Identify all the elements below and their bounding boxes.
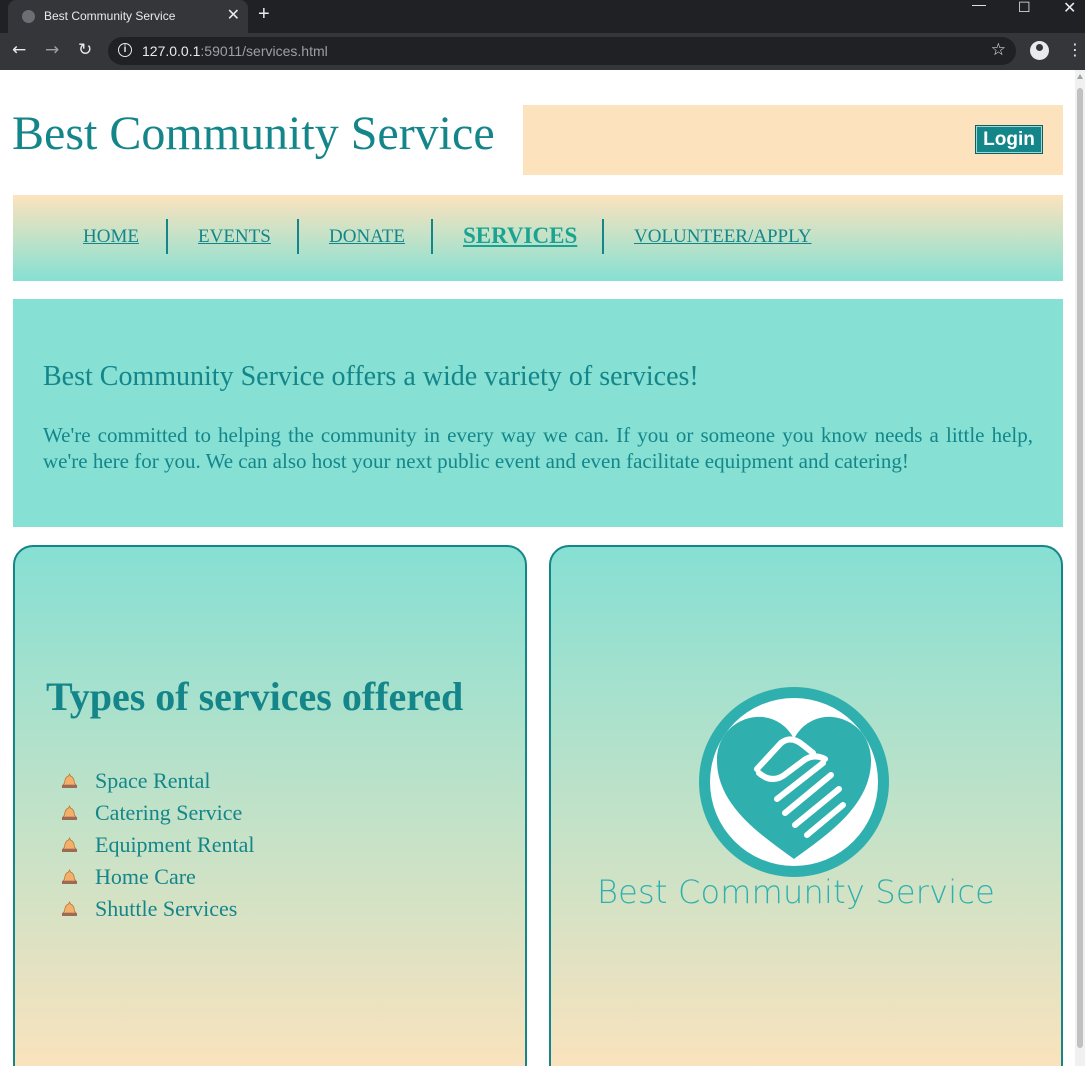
bell-icon — [62, 805, 77, 820]
nav-volunteer-apply[interactable]: VOLUNTEER/APPLY — [634, 226, 812, 248]
nav-separator — [602, 219, 604, 254]
back-icon[interactable]: ← — [12, 40, 26, 60]
bell-icon — [62, 837, 77, 852]
list-item: Home Care — [61, 861, 254, 893]
window-close-icon[interactable]: ✕ — [1063, 0, 1076, 18]
globe-icon — [22, 10, 35, 23]
list-item: Space Rental — [61, 765, 254, 797]
logo-text: Best Community Service — [596, 873, 996, 911]
bell-icon — [62, 869, 77, 884]
services-heading: Types of services offered — [46, 674, 464, 719]
browser-menu-icon[interactable]: ⋮ — [1067, 40, 1083, 59]
address-bar[interactable]: i 127.0.0.1:59011/services.html ☆ — [108, 37, 1016, 65]
list-item: Equipment Rental — [61, 829, 254, 861]
profile-icon[interactable] — [1030, 41, 1049, 60]
nav-separator — [166, 219, 168, 254]
intro-text: We're committed to helping the community… — [43, 423, 1033, 473]
service-label: Home Care — [95, 864, 196, 889]
bookmark-star-icon[interactable]: ☆ — [991, 40, 1006, 60]
login-button[interactable]: Login — [975, 125, 1043, 154]
main-nav: HOME EVENTS DONATE SERVICES VOLUNTEER/AP… — [13, 195, 1063, 281]
nav-home[interactable]: HOME — [83, 226, 139, 248]
nav-services[interactable]: SERVICES — [463, 223, 577, 249]
forward-icon[interactable]: → — [45, 40, 59, 60]
tab-close-icon[interactable]: ✕ — [227, 5, 240, 25]
site-title: Best Community Service — [12, 107, 495, 160]
reload-icon[interactable]: ↻ — [78, 40, 92, 60]
site-info-icon[interactable]: i — [118, 43, 132, 57]
intro-heading: Best Community Service offers a wide var… — [43, 361, 699, 392]
service-label: Catering Service — [95, 800, 243, 825]
service-label: Shuttle Services — [95, 896, 238, 921]
nav-events[interactable]: EVENTS — [198, 226, 271, 248]
nav-separator — [297, 219, 299, 254]
browser-tab[interactable]: Best Community Service ✕ — [8, 0, 248, 33]
page-scrollbar[interactable] — [1075, 70, 1085, 1066]
minimize-icon[interactable]: — — [972, 0, 986, 12]
maximize-icon[interactable]: ☐ — [1018, 0, 1031, 16]
tab-title: Best Community Service — [44, 9, 176, 23]
services-card: Types of services offered Space Rental C… — [13, 545, 527, 1066]
bell-icon — [62, 901, 77, 916]
list-item: Shuttle Services — [61, 893, 254, 925]
url-text: 127.0.0.1:59011/services.html — [142, 43, 328, 59]
list-item: Catering Service — [61, 797, 254, 829]
nav-donate[interactable]: DONATE — [329, 226, 405, 248]
new-tab-icon[interactable]: + — [258, 3, 270, 26]
nav-separator — [431, 219, 433, 254]
logo-card: Best Community Service — [549, 545, 1063, 1066]
login-bar: Login — [523, 105, 1063, 175]
page-viewport: Best Community Service Login HOME EVENTS… — [0, 70, 1075, 1066]
scroll-up-icon[interactable] — [1077, 74, 1083, 79]
service-label: Space Rental — [95, 768, 211, 793]
bell-icon — [62, 773, 77, 788]
browser-chrome: Best Community Service ✕ + — ☐ ✕ ← → ↻ i… — [0, 0, 1085, 70]
intro-section: Best Community Service offers a wide var… — [13, 299, 1063, 527]
browser-toolbar: ← → ↻ i 127.0.0.1:59011/services.html ☆ … — [0, 33, 1085, 70]
scrollbar-thumb[interactable] — [1077, 88, 1083, 1048]
services-list: Space Rental Catering Service Equipment … — [61, 765, 254, 925]
service-label: Equipment Rental — [95, 832, 255, 857]
handshake-heart-icon — [699, 687, 889, 877]
